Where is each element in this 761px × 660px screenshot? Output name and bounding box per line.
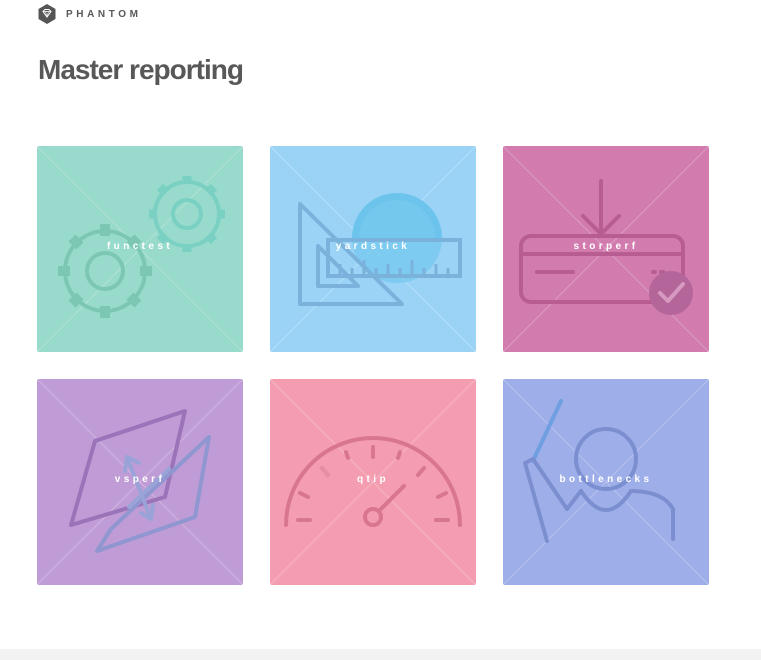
- tile-storperf[interactable]: storperf: [503, 146, 709, 352]
- tile-label: storperf: [573, 241, 639, 252]
- tile-qtip[interactable]: qtip: [270, 379, 476, 585]
- footer-bar: [0, 649, 761, 660]
- tile-label: qtip: [357, 474, 389, 485]
- tile-yardstick[interactable]: yardstick: [270, 146, 476, 352]
- tile-label: vsperf: [114, 474, 166, 485]
- tile-bottlenecks[interactable]: bottlenecks: [503, 379, 709, 585]
- diamond-logo-icon: [38, 4, 56, 24]
- tile-vsperf[interactable]: vsperf: [37, 379, 243, 585]
- tile-functest[interactable]: functest: [37, 146, 243, 352]
- page-title: Master reporting: [38, 54, 244, 85]
- tile-label: yardstick: [335, 241, 411, 252]
- brand-name: PHANTOM: [66, 8, 142, 20]
- tile-label: bottlenecks: [559, 474, 653, 485]
- page: PHANTOM Master reporting functest yardst…: [0, 0, 761, 660]
- brand[interactable]: PHANTOM: [38, 4, 142, 24]
- tile-label: functest: [106, 241, 174, 252]
